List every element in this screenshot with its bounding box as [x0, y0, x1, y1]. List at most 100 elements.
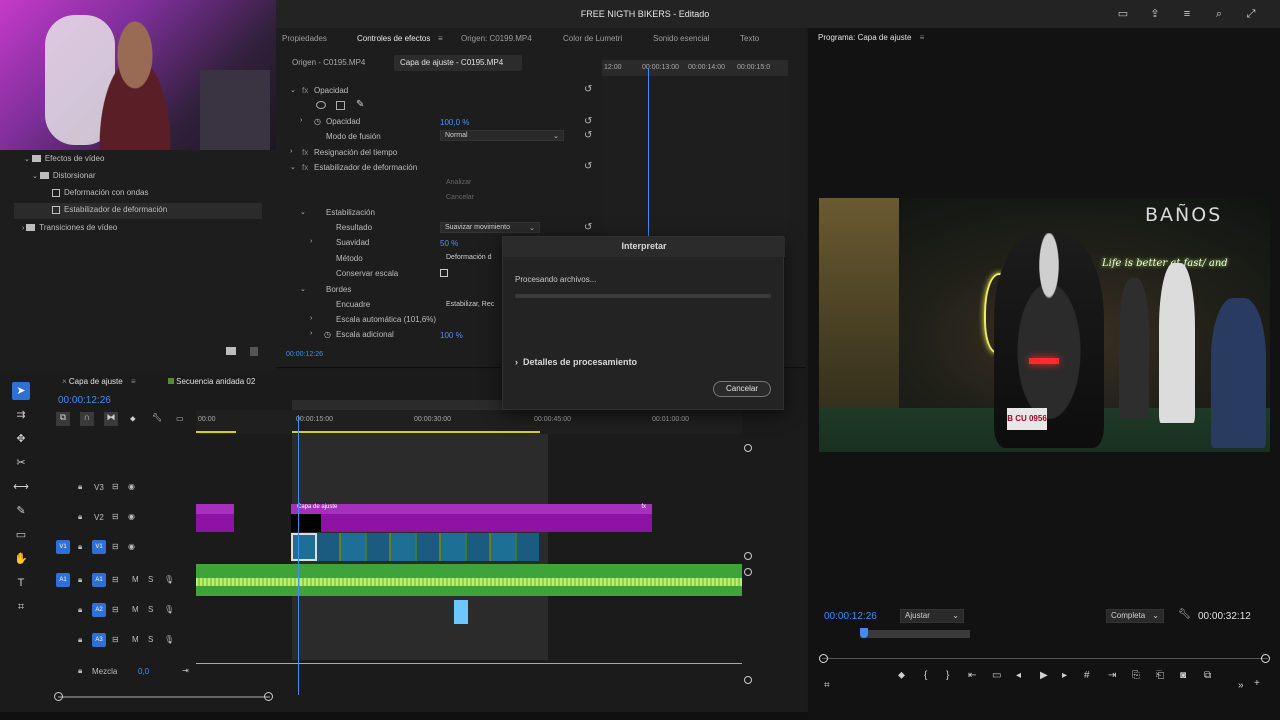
adjustment-clip[interactable]	[196, 504, 234, 532]
reset-icon[interactable]: ↺	[584, 222, 592, 233]
program-playhead[interactable]	[860, 628, 868, 638]
fit-select[interactable]: Ajustar ⌄	[900, 609, 964, 623]
expand-icon[interactable]: ›	[290, 148, 292, 155]
tab-effect-controls[interactable]: Controles de efectos	[357, 34, 430, 43]
scroll-handle[interactable]	[744, 552, 752, 560]
mix-value[interactable]: 0,0	[138, 667, 149, 676]
source-patch-v1[interactable]: V1	[56, 540, 70, 554]
panel-menu-icon[interactable]: ≡	[920, 33, 925, 42]
track-label[interactable]: V1	[92, 540, 106, 554]
lock-icon[interactable]: 🔒︎	[78, 635, 82, 645]
mute-icon[interactable]: M	[132, 605, 139, 614]
add-marker-icon[interactable]: ⬥	[130, 414, 136, 424]
timeline-playhead[interactable]	[298, 415, 299, 695]
mic-icon[interactable]: 🎙︎	[164, 575, 174, 584]
details-toggle[interactable]: › Detalles de procesamiento	[515, 357, 637, 367]
lock-icon[interactable]: 🔒︎	[78, 512, 82, 522]
slip-icon[interactable]: ⟷	[12, 478, 30, 496]
solo-icon[interactable]: S	[148, 605, 153, 614]
tab-lumetri[interactable]: Color de Lumetri	[563, 34, 622, 43]
framing-value[interactable]: Estabilizar, Rec	[446, 301, 494, 308]
eye-icon[interactable]: ◉	[128, 482, 135, 491]
cancel-analyze-button[interactable]: Cancelar	[446, 194, 474, 201]
result-select[interactable]: Suavizar movimiento ⌄	[440, 222, 540, 233]
expand-icon[interactable]: ›	[300, 117, 302, 124]
scroll-handle-right[interactable]	[1261, 654, 1270, 663]
reset-icon[interactable]: ↺	[584, 130, 592, 141]
lock-icon[interactable]: 🔒︎	[78, 666, 82, 676]
scroll-handle-left[interactable]	[819, 654, 828, 663]
pen-icon[interactable]: ✎	[12, 502, 30, 520]
tab-text[interactable]: Texto	[740, 34, 759, 43]
go-to-out-icon[interactable]: ⇥	[1108, 670, 1116, 681]
program-current-time[interactable]: 00:00:12:26	[824, 611, 877, 622]
pen-mask-icon[interactable]: ✎	[356, 99, 364, 110]
cancel-button[interactable]: Cancelar	[713, 381, 771, 397]
mute-icon[interactable]: M	[132, 635, 139, 644]
close-icon[interactable]: ×	[62, 377, 69, 386]
track-label[interactable]: A3	[92, 633, 106, 647]
compare-icon[interactable]: ⧉	[1204, 670, 1211, 681]
video-preview[interactable]: BAÑOS Life is better at fast/ and B CU 0…	[819, 198, 1270, 452]
tree-item-video-transitions[interactable]: › Transiciones de vídeo	[22, 223, 117, 232]
scroll-handle[interactable]	[744, 568, 752, 576]
mark-in-icon[interactable]: {	[924, 670, 927, 681]
tab-menu-icon[interactable]: ≡	[438, 34, 443, 43]
trash-icon[interactable]	[250, 347, 258, 356]
tab-properties[interactable]: Propiedades	[282, 34, 327, 43]
tree-item-video-effects[interactable]: ⌄ Efectos de vídeo	[24, 154, 104, 163]
mic-icon[interactable]: 🎙︎	[164, 635, 174, 644]
reset-icon[interactable]: ↺	[584, 161, 592, 172]
snap-icon[interactable]: ∩	[80, 412, 94, 426]
extra-scale-value[interactable]: 100 %	[440, 331, 463, 340]
collapse-icon[interactable]: ⌄	[290, 163, 296, 171]
tab-adjustment-sequence[interactable]: Capa de ajuste	[69, 377, 123, 386]
add-button-icon[interactable]: +	[1254, 678, 1260, 689]
step-forward-icon[interactable]: ▸	[1062, 670, 1067, 681]
mark-out-icon[interactable]: }	[946, 670, 949, 681]
collapse-icon[interactable]: ⌄	[300, 208, 306, 216]
tab-menu-icon[interactable]: ≡	[131, 377, 136, 386]
tree-item-wave-warp[interactable]: Deformación con ondas	[52, 188, 149, 197]
source-tab-origin[interactable]: Origen - C0195.MP4	[292, 58, 365, 67]
track-label[interactable]: A2	[92, 603, 106, 617]
insert-sequence-icon[interactable]: ⧉	[56, 412, 70, 426]
track-select-icon[interactable]: ⇉	[12, 406, 30, 424]
lift-icon[interactable]: ⎘	[1132, 670, 1140, 681]
video-clip-sequence[interactable]	[291, 533, 539, 561]
scroll-handle[interactable]	[744, 676, 752, 684]
caption-icon[interactable]: ⌗	[12, 598, 30, 616]
go-to-end-icon[interactable]: ⇥	[182, 666, 189, 675]
work-area-bar[interactable]	[860, 630, 970, 638]
lock-icon[interactable]: 🔒︎	[78, 605, 82, 615]
expand-icon[interactable]: ›	[310, 330, 312, 337]
timeline-ruler[interactable]: 00:00 00:00:15:00 00:00:30:00 00:00:45:0…	[196, 410, 742, 434]
program-ruler[interactable]	[822, 626, 1268, 642]
marker-icon[interactable]: ⬥	[898, 670, 905, 681]
audio-clip-a2[interactable]	[454, 600, 468, 624]
zoom-handle-right[interactable]	[264, 692, 273, 701]
horizontal-zoom-bar[interactable]	[58, 696, 270, 698]
tab-nested-sequence[interactable]: Secuencia anidada 02	[176, 377, 255, 386]
sync-lock-icon[interactable]: ⊟	[112, 605, 119, 614]
loop-icon[interactable]: ▭	[992, 670, 1001, 681]
settings-icon[interactable]: ⌗	[824, 680, 830, 691]
share-icon[interactable]: ⇪	[1148, 7, 1162, 21]
eye-icon[interactable]: ◉	[128, 512, 135, 521]
extract-icon[interactable]: ⎗	[1156, 670, 1164, 681]
source-patch-a1[interactable]: A1	[56, 573, 70, 587]
solo-icon[interactable]: S	[148, 635, 153, 644]
tree-item-distort[interactable]: ⌄ Distorsionar	[32, 171, 96, 180]
wrench-icon[interactable]: 🔧︎	[1178, 609, 1191, 620]
adjustment-clip[interactable]: Capa de ajuste fx	[291, 504, 652, 532]
sync-lock-icon[interactable]: ⊟	[112, 575, 119, 584]
expand-icon[interactable]: ›	[310, 315, 312, 322]
razor-icon[interactable]: ✂	[12, 454, 30, 472]
collapse-icon[interactable]: ⌄	[290, 86, 296, 94]
mute-icon[interactable]: M	[132, 575, 139, 584]
zoom-scrollbar[interactable]	[822, 658, 1268, 659]
lock-icon[interactable]: 🔒︎	[78, 542, 82, 552]
menu-icon[interactable]: ≡	[1180, 7, 1194, 21]
solo-icon[interactable]: S	[148, 575, 153, 584]
add-marker-icon[interactable]: #	[1084, 670, 1090, 681]
